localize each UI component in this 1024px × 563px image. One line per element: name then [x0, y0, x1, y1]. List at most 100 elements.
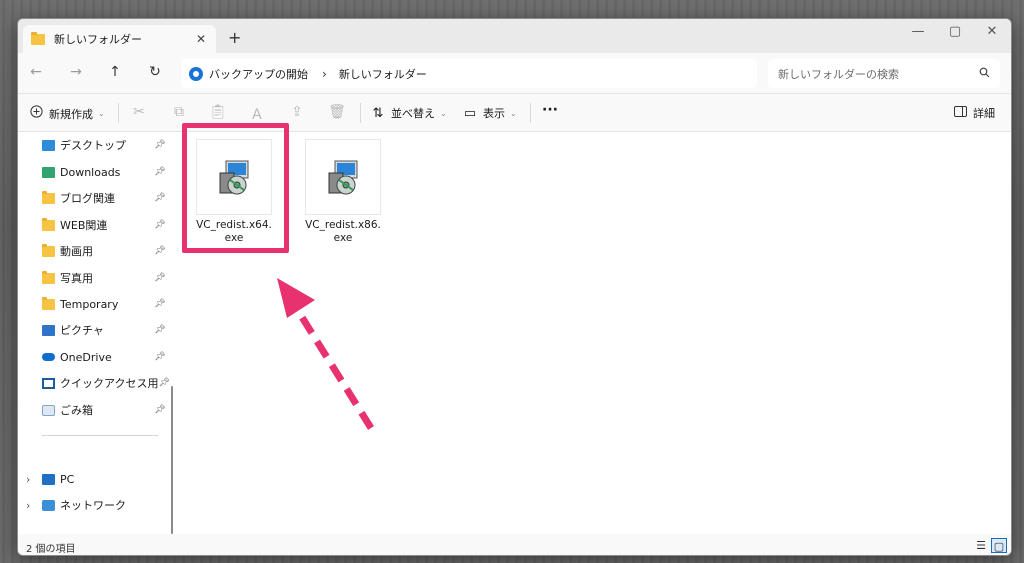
chevron-down-icon: ⌄ — [440, 108, 447, 118]
pin-icon[interactable]: 📌︎ — [154, 325, 166, 335]
chevron-down-icon: ⌄ — [510, 108, 517, 118]
status-bar: 2 個の項目 ☰ ▢ — [18, 534, 1011, 555]
recycle-bin-icon — [42, 404, 55, 416]
pin-icon[interactable]: 📌︎ — [154, 352, 166, 362]
pin-icon[interactable]: 📌︎ — [154, 140, 166, 150]
details-button[interactable]: 詳細 — [952, 105, 995, 121]
item-count: 2 個の項目 — [26, 544, 76, 555]
expand-pc-chevron-icon[interactable]: › — [26, 473, 30, 486]
network-icon — [42, 499, 55, 511]
paste-icon[interactable]: 📋︎ — [209, 104, 227, 120]
sidebar-item-label: Temporary — [60, 297, 119, 311]
sidebar-item-downloads[interactable]: Downloads 📌︎ — [42, 162, 166, 182]
folder-icon — [42, 296, 55, 310]
pin-icon[interactable]: 📌︎ — [154, 246, 166, 256]
breadcrumb[interactable]: バックアップの開始 › 新しいフォルダー — [181, 59, 757, 88]
cut-icon[interactable]: ✂ — [130, 104, 148, 120]
pin-icon[interactable]: 📌︎ — [158, 378, 169, 388]
close-button[interactable]: ✕ — [982, 24, 1002, 39]
command-bar: 新規作成 ⌄ ✂ ⧉ 📋︎ Ａ ⇪ 🗑︎ ⇅ 並べ替え ⌄ ▭ 表示 ⌄ ···… — [18, 94, 1011, 132]
copy-icon[interactable]: ⧉ — [170, 104, 188, 120]
sidebar-item-label: デスクトップ — [60, 139, 126, 152]
pin-icon[interactable]: 📌︎ — [154, 405, 166, 415]
pictures-icon — [42, 324, 55, 336]
sidebar-item-photo[interactable]: 写真用 📌︎ — [42, 268, 166, 288]
sidebar-item-label: ごみ箱 — [60, 404, 93, 417]
sidebar-item-desktop[interactable]: デスクトップ 📌︎ — [42, 135, 166, 155]
breadcrumb-item-new-folder[interactable]: 新しいフォルダー — [339, 66, 427, 82]
sidebar-item-label: Downloads — [60, 165, 121, 179]
pin-icon[interactable]: 📌︎ — [154, 220, 166, 230]
desktop-icon — [42, 139, 55, 151]
sidebar-item-pictures[interactable]: ピクチャ 📌︎ — [42, 320, 166, 340]
sidebar-item-quick-access[interactable]: クイックアクセス用 📌︎ — [42, 373, 170, 393]
large-icons-view-icon[interactable]: ▢ — [991, 538, 1007, 553]
sort-button[interactable]: ⇅ 並べ替え ⌄ — [370, 105, 447, 121]
sidebar-item-label: 動画用 — [60, 245, 93, 258]
sidebar-item-onedrive[interactable]: OneDrive 📌︎ — [42, 347, 166, 367]
folder-icon — [42, 270, 55, 284]
downloads-icon — [42, 166, 55, 178]
toolbar-divider — [530, 103, 531, 123]
file-thumbnail — [305, 139, 381, 215]
pin-icon[interactable]: 📌︎ — [154, 193, 166, 203]
sidebar-item-label: WEB関連 — [60, 219, 108, 232]
dashed-arrow-annotation — [277, 278, 374, 430]
maximize-button[interactable]: ▢ — [945, 24, 965, 39]
back-button[interactable]: ← — [26, 64, 46, 84]
quick-access-icon — [42, 377, 55, 389]
pin-icon[interactable]: 📌︎ — [154, 273, 166, 283]
sidebar-item-pc[interactable]: PC — [42, 469, 166, 489]
sidebar-item-web[interactable]: WEB関連 📌︎ — [42, 215, 166, 235]
pin-icon[interactable]: 📌︎ — [154, 167, 166, 177]
tab-new-folder[interactable]: 新しいフォルダー ✕ — [23, 25, 216, 53]
search-input[interactable]: 新しいフォルダーの検索 — [768, 59, 1000, 88]
details-pane-icon — [952, 105, 968, 121]
sidebar-item-label: ブログ関連 — [60, 192, 115, 205]
pin-icon[interactable]: 📌︎ — [154, 299, 166, 309]
sidebar-item-recycle-bin[interactable]: ごみ箱 📌︎ — [42, 400, 166, 420]
toolbar-divider — [118, 103, 119, 123]
view-button-label: 表示 — [483, 107, 505, 120]
breadcrumb-item-backup[interactable]: バックアップの開始 — [209, 66, 308, 82]
forward-button[interactable]: → — [66, 64, 86, 84]
title-bar: 新しいフォルダー ✕ + — ▢ ✕ — [18, 19, 1011, 53]
onedrive-icon — [42, 353, 55, 361]
sidebar-item-label: ピクチャ — [60, 324, 104, 337]
share-icon[interactable]: ⇪ — [288, 104, 306, 120]
tab-close-icon[interactable]: ✕ — [194, 32, 208, 46]
folder-icon — [42, 190, 55, 204]
sidebar-item-network[interactable]: ネットワーク — [42, 495, 166, 515]
toolbar-divider — [360, 103, 361, 123]
more-options-button[interactable]: ··· — [542, 102, 558, 118]
sidebar-scrollbar[interactable] — [171, 386, 173, 534]
file-explorer-window: 新しいフォルダー ✕ + — ▢ ✕ ← → ↑ ↻ バックアップの開始 › 新… — [17, 18, 1012, 556]
navigation-pane: デスクトップ 📌︎ Downloads 📌︎ ブログ関連 📌︎ WEB関連 📌︎… — [18, 132, 178, 534]
sidebar-item-video[interactable]: 動画用 📌︎ — [42, 241, 166, 261]
details-view-icon[interactable]: ☰ — [973, 538, 989, 553]
file-name: VC_redist.x86.exe — [305, 219, 381, 244]
file-item-vc-redist-x86[interactable]: VC_redist.x86.exe — [305, 139, 381, 245]
view-button[interactable]: ▭ 表示 ⌄ — [462, 105, 517, 121]
sidebar-item-label: PC — [60, 472, 75, 486]
new-tab-button[interactable]: + — [228, 28, 241, 47]
address-bar: ← → ↑ ↻ バックアップの開始 › 新しいフォルダー 新しいフォルダーの検索 — [18, 53, 1011, 94]
rename-icon[interactable]: Ａ — [248, 104, 266, 124]
new-button[interactable]: 新規作成 ⌄ — [28, 105, 105, 122]
plus-circle-icon — [28, 105, 44, 122]
up-button[interactable]: ↑ — [105, 64, 125, 84]
breadcrumb-separator-icon[interactable]: › — [322, 67, 327, 81]
folder-icon — [42, 243, 55, 257]
sidebar-item-blog[interactable]: ブログ関連 📌︎ — [42, 188, 166, 208]
sort-button-label: 並べ替え — [391, 107, 435, 120]
expand-network-chevron-icon[interactable]: › — [26, 499, 30, 512]
delete-icon[interactable]: 🗑︎ — [328, 104, 346, 120]
details-button-label: 詳細 — [973, 107, 995, 120]
minimize-button[interactable]: — — [908, 24, 928, 39]
refresh-button[interactable]: ↻ — [145, 64, 165, 84]
sidebar-item-label: クイックアクセス用 — [60, 377, 159, 390]
search-placeholder: 新しいフォルダーの検索 — [778, 67, 899, 81]
sidebar-item-label: OneDrive — [60, 350, 112, 364]
tab-label: 新しいフォルダー — [54, 33, 142, 46]
sidebar-item-temporary[interactable]: Temporary 📌︎ — [42, 294, 166, 314]
